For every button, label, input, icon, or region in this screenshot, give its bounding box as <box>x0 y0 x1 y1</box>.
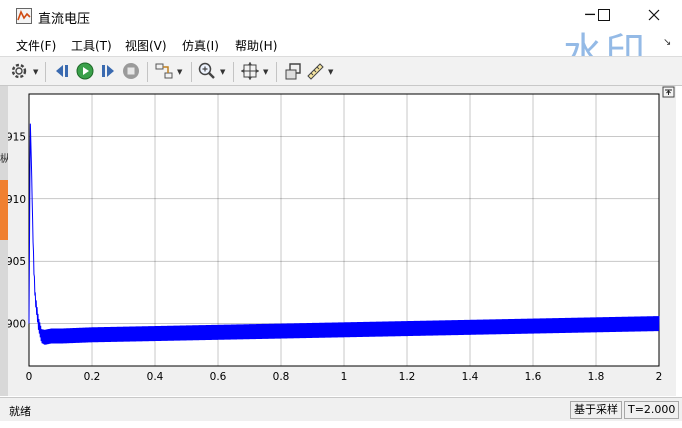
sample-mode-indicator: 基于采样 <box>570 401 622 419</box>
signal-select-icon[interactable] <box>154 61 174 81</box>
scope-app-icon <box>16 8 32 24</box>
status-ready-text: 就绪 <box>9 405 31 418</box>
toolbar-separator <box>191 62 192 82</box>
toolbar: ▼ ▼ ▼ ▼ ▼ <box>0 56 682 86</box>
zoom-icon[interactable] <box>197 61 217 81</box>
window-title: 直流电压 <box>38 12 91 27</box>
menu-file[interactable]: 文件(F) <box>16 37 56 54</box>
background-block <box>0 180 8 240</box>
undock-arrow-icon[interactable]: ↘ <box>663 37 671 48</box>
x-tick-label: 0.8 <box>273 371 290 383</box>
close-icon <box>648 9 660 21</box>
y-tick-label: 915 <box>8 131 26 143</box>
x-tick-label: 0.4 <box>147 371 164 383</box>
status-bar: 就绪 基于采样 T=2.000 <box>0 397 682 421</box>
x-tick-label: 1 <box>341 371 348 383</box>
background-text: 枞 <box>0 154 8 165</box>
sim-time-indicator: T=2.000 <box>624 401 680 419</box>
x-tick-label: 2 <box>656 371 663 383</box>
legend-toggle-icon[interactable] <box>662 86 675 98</box>
signal-dropdown-icon[interactable]: ▼ <box>177 68 185 76</box>
y-tick-label: 905 <box>8 256 26 268</box>
scope-plot[interactable]: 0 0.2 0.4 0.6 0.8 1 1.2 1.4 1.6 1.8 2 900 905 910 915 <box>8 86 676 396</box>
x-tick-label: 0.6 <box>210 371 227 383</box>
x-tick-label: 1.2 <box>399 371 416 383</box>
zoom-dropdown-icon[interactable]: ▼ <box>220 68 228 76</box>
fit-axes-icon[interactable] <box>240 61 260 81</box>
gear-icon[interactable] <box>9 61 29 81</box>
x-tick-label: 1.6 <box>525 371 542 383</box>
step-back-icon[interactable] <box>52 61 72 81</box>
x-tick-label: 1.8 <box>588 371 605 383</box>
menu-simulation[interactable]: 仿真(I) <box>182 37 219 54</box>
run-icon[interactable] <box>75 61 95 81</box>
toolbar-separator <box>147 62 148 82</box>
toolbar-separator <box>233 62 234 82</box>
y-tick-label: 910 <box>8 194 26 206</box>
menu-view[interactable]: 视图(V) <box>125 37 167 54</box>
scope-window: 旭 枞 直流电压 ─ 文件(F) 工具(T) 视图(V) 仿真(I) 帮助(H)… <box>0 0 682 428</box>
x-tick-label: 0.2 <box>84 371 101 383</box>
toolbar-separator <box>276 62 277 82</box>
style-icon[interactable] <box>283 61 303 81</box>
x-tick-label: 0 <box>26 371 33 383</box>
y-tick-label: 900 <box>8 319 26 331</box>
stop-icon[interactable] <box>121 61 141 81</box>
menu-tools[interactable]: 工具(T) <box>71 37 112 54</box>
background-window-edge: 旭 枞 <box>0 56 8 396</box>
fit-dropdown-icon[interactable]: ▼ <box>263 68 271 76</box>
step-forward-icon[interactable] <box>98 61 118 81</box>
toolbar-separator <box>45 62 46 82</box>
settings-dropdown-icon[interactable]: ▼ <box>33 68 41 76</box>
plot-panel: 0 0.2 0.4 0.6 0.8 1 1.2 1.4 1.6 1.8 2 900 905 910 915 <box>8 86 676 396</box>
menu-help[interactable]: 帮助(H) <box>235 37 277 54</box>
x-tick-label: 1.4 <box>462 371 479 383</box>
measure-icon[interactable] <box>305 61 325 81</box>
measure-dropdown-icon[interactable]: ▼ <box>328 68 336 76</box>
